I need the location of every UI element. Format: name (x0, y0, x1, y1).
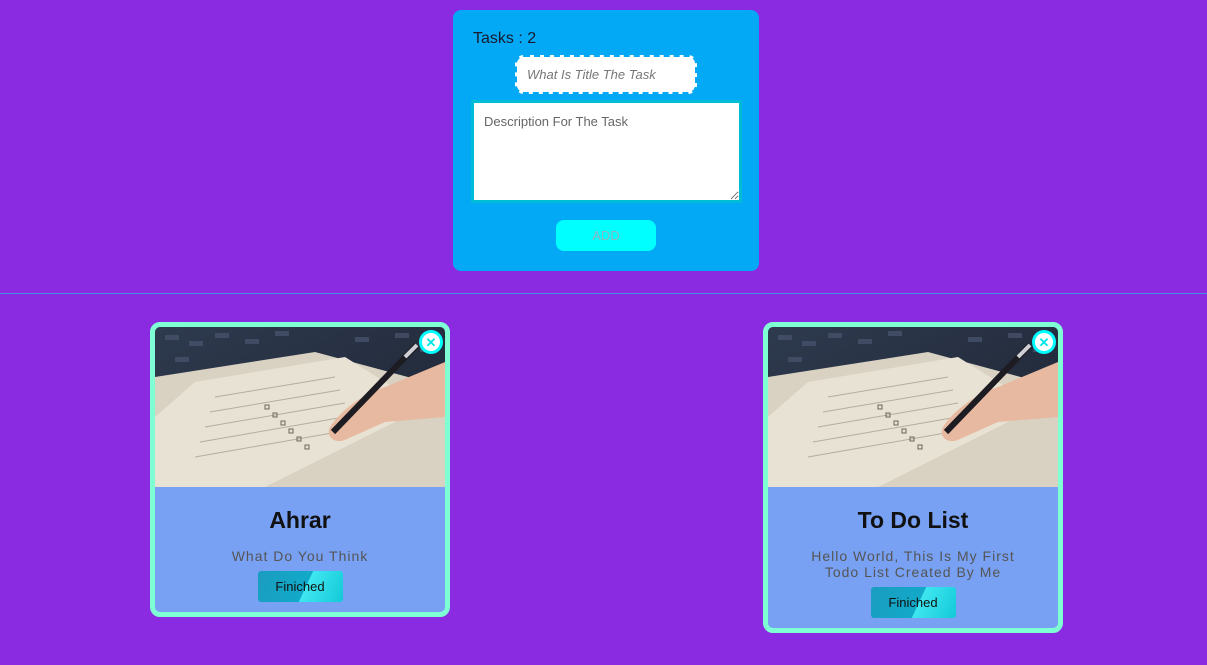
task-title-input[interactable] (515, 55, 697, 94)
finished-button[interactable]: Finiched (870, 587, 956, 618)
notebook-writing-image (768, 327, 1058, 487)
add-task-button[interactable]: ADD (556, 220, 656, 251)
delete-card-button[interactable]: ✕ (1032, 330, 1056, 354)
task-form-panel: Tasks : 2 ADD (453, 10, 759, 271)
section-divider (0, 293, 1207, 294)
card-title: Ahrar (269, 507, 331, 533)
task-count-label: Tasks : 2 (473, 30, 537, 47)
delete-card-button[interactable]: ✕ (419, 330, 443, 354)
task-description-input[interactable] (471, 100, 742, 203)
finished-button[interactable]: Finiched (257, 571, 343, 602)
card-body: Ahrar What Do You Think Finiched (155, 487, 445, 612)
card-body: To Do List Hello World, This Is My First… (768, 487, 1058, 628)
card-title: To Do List (857, 507, 969, 533)
card-description: What Do You Think (231, 548, 369, 564)
task-card: ✕ Ahrar What Do You Think Finiched (150, 322, 450, 617)
notebook-writing-image (155, 327, 445, 487)
card-description: Hello World, This Is My First Todo List … (811, 548, 1015, 580)
task-card: ✕ To Do List Hello World, This Is My Fir… (763, 322, 1063, 633)
close-icon: ✕ (1035, 333, 1053, 351)
close-icon: ✕ (422, 333, 440, 351)
